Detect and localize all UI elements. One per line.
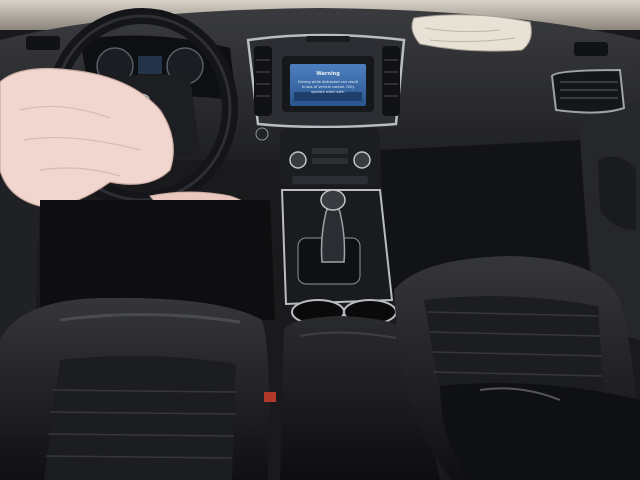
screen-message: Driving while distracted can result in l… (297, 80, 359, 94)
passenger-seat (394, 256, 640, 480)
driver-seat (0, 297, 276, 480)
center-vent-left (254, 46, 272, 116)
left-climate-knob[interactable] (289, 151, 307, 169)
right-climate-knob[interactable] (353, 151, 371, 169)
gear-shifter-icon[interactable] (320, 189, 346, 263)
left-dash-vent (26, 36, 60, 50)
infotainment-warning: Warning Driving while distracted can res… (292, 66, 364, 104)
car-interior-photo: Warning Driving while distracted can res… (0, 0, 640, 480)
seatbelt-buckle (264, 392, 276, 402)
passenger-airbag-deployed (411, 14, 532, 52)
center-vent-right (382, 46, 400, 116)
screen-title: Warning (316, 71, 340, 77)
